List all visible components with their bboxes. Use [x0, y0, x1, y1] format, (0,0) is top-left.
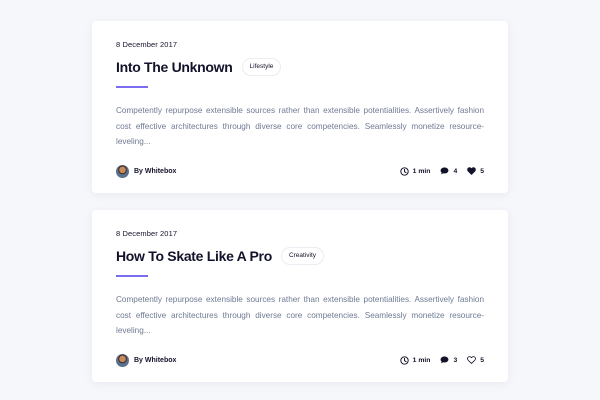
clock-icon [399, 355, 409, 365]
like-button[interactable]: 5 [467, 167, 484, 175]
clock-icon [399, 166, 409, 176]
post-date: 8 December 2017 [116, 40, 178, 49]
read-time-value: 1 min [412, 356, 431, 364]
avatar [116, 164, 129, 178]
post-excerpt: Competently repurpose extensible sources… [116, 106, 484, 146]
post-title-row: Into The Unknown Lifestyle [116, 57, 282, 77]
like-count-value: 5 [480, 356, 484, 364]
post-excerpt: Competently repurpose extensible sources… [116, 295, 484, 335]
comment-count-value: 3 [453, 356, 458, 364]
category-tag[interactable]: Lifestyle [241, 58, 282, 76]
author-name: By Whitebox [134, 167, 177, 175]
post-meta: 1 min 4 5 [390, 166, 484, 176]
author-name: By Whitebox [134, 356, 177, 364]
post-date: 8 December 2017 [116, 229, 178, 238]
comment-count[interactable]: 3 [440, 356, 457, 364]
title-underline [116, 86, 148, 88]
post-card[interactable]: 8 December 2017 Into The Unknown Lifesty… [92, 21, 508, 193]
heart-icon [467, 356, 477, 364]
post-title[interactable]: How To Skate Like A Pro [116, 248, 272, 264]
title-underline [116, 275, 148, 277]
post-title[interactable]: Into The Unknown [116, 59, 233, 75]
category-tag[interactable]: Creativity [280, 247, 325, 265]
post-meta: 1 min 3 5 [390, 355, 484, 365]
read-time-value: 1 min [412, 167, 431, 175]
author-info[interactable]: By Whitebox [116, 353, 177, 367]
comment-count[interactable]: 4 [440, 167, 457, 175]
author-info[interactable]: By Whitebox [116, 164, 177, 178]
post-card[interactable]: 8 December 2017 How To Skate Like A Pro … [92, 210, 508, 382]
blog-post-list: 8 December 2017 Into The Unknown Lifesty… [0, 0, 600, 400]
like-count-value: 5 [480, 167, 484, 175]
read-time: 1 min [399, 355, 431, 365]
heart-icon [467, 167, 477, 175]
read-time: 1 min [399, 166, 431, 176]
post-footer: By Whitebox 1 min 3 5 [116, 353, 484, 367]
comment-icon [441, 356, 449, 364]
comment-count-value: 4 [453, 167, 458, 175]
avatar [116, 353, 129, 367]
post-footer: By Whitebox 1 min 4 5 [116, 164, 484, 178]
comment-icon [441, 167, 449, 175]
post-title-row: How To Skate Like A Pro Creativity [116, 246, 325, 266]
like-button[interactable]: 5 [467, 356, 484, 364]
